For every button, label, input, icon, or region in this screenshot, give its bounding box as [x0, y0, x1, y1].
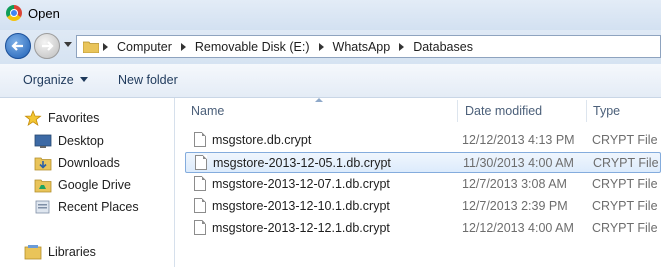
- file-date: 12/12/2013 4:13 PM: [462, 133, 575, 147]
- nav-favorites[interactable]: Favorites: [24, 108, 99, 128]
- file-date: 11/30/2013 4:00 AM: [463, 156, 574, 170]
- chevron-down-icon: [79, 77, 88, 82]
- file-row[interactable]: msgstore.db.crypt 12/12/2013 4:13 PM CRY…: [185, 130, 661, 151]
- forward-button[interactable]: [34, 33, 60, 59]
- breadcrumb-separator[interactable]: [318, 42, 324, 51]
- column-header-name[interactable]: Name: [191, 98, 224, 124]
- folder-icon: [83, 41, 99, 53]
- file-type: CRYPT File: [592, 221, 658, 235]
- file-list: Name Date modified Type msgstore.db.cryp…: [175, 98, 661, 267]
- nav-recent-places[interactable]: Recent Places: [34, 197, 139, 217]
- command-toolbar: Organize New folder: [0, 64, 661, 98]
- breadcrumb: Computer Removable Disk (E:) WhatsApp Da…: [103, 36, 473, 57]
- breadcrumb-removable-disk[interactable]: Removable Disk (E:): [195, 40, 310, 54]
- nav-downloads-label: Downloads: [58, 156, 120, 170]
- star-icon: [24, 110, 42, 126]
- nav-desktop[interactable]: Desktop: [34, 131, 104, 151]
- file-date: 12/12/2013 4:00 AM: [462, 221, 574, 235]
- libraries-icon: [24, 245, 42, 260]
- file-icon: [194, 220, 206, 235]
- file-name: msgstore-2013-12-07.1.db.crypt: [212, 177, 390, 191]
- column-divider[interactable]: [586, 100, 587, 122]
- address-row: Computer Removable Disk (E:) WhatsApp Da…: [0, 30, 661, 64]
- file-type: CRYPT File: [592, 177, 658, 191]
- breadcrumb-separator[interactable]: [103, 42, 108, 51]
- file-type: CRYPT File: [593, 156, 659, 170]
- file-date: 12/7/2013 3:08 AM: [462, 177, 567, 191]
- nav-google-drive-label: Google Drive: [58, 178, 131, 192]
- file-icon: [195, 155, 207, 170]
- file-name: msgstore.db.crypt: [212, 133, 312, 147]
- organize-label: Organize: [23, 73, 74, 87]
- back-button[interactable]: [5, 33, 31, 59]
- file-date: 12/7/2013 2:39 PM: [462, 199, 568, 213]
- address-bar[interactable]: Computer Removable Disk (E:) WhatsApp Da…: [76, 35, 661, 58]
- file-name: msgstore-2013-12-12.1.db.crypt: [212, 221, 390, 235]
- nav-libraries[interactable]: Libraries: [24, 242, 96, 262]
- breadcrumb-whatsapp[interactable]: WhatsApp: [333, 40, 391, 54]
- arrow-left-icon: [11, 41, 23, 51]
- nav-recent-places-label: Recent Places: [58, 200, 139, 214]
- navigation-pane: Favorites Desktop Downloads Google Drive…: [0, 98, 175, 267]
- organize-button[interactable]: Organize: [23, 73, 88, 87]
- arrow-right-icon: [42, 41, 54, 51]
- file-type: CRYPT File: [592, 199, 658, 213]
- window-title: Open: [28, 6, 60, 21]
- file-icon: [194, 132, 206, 147]
- file-row[interactable]: msgstore-2013-12-07.1.db.crypt 12/7/2013…: [185, 174, 661, 195]
- nav-favorites-label: Favorites: [48, 111, 100, 125]
- nav-libraries-label: Libraries: [48, 245, 96, 259]
- file-row-selected[interactable]: msgstore-2013-12-05.1.db.crypt 11/30/201…: [185, 152, 661, 173]
- recent-places-icon: [35, 200, 50, 214]
- desktop-icon: [34, 134, 52, 148]
- column-header-date-modified[interactable]: Date modified: [465, 98, 542, 124]
- recent-locations-dropdown[interactable]: [64, 42, 72, 47]
- nav-desktop-label: Desktop: [58, 134, 104, 148]
- nav-google-drive[interactable]: Google Drive: [34, 175, 131, 195]
- file-row[interactable]: msgstore-2013-12-12.1.db.crypt 12/12/201…: [185, 218, 661, 239]
- breadcrumb-separator[interactable]: [180, 42, 186, 51]
- file-icon: [194, 176, 206, 191]
- file-row[interactable]: msgstore-2013-12-10.1.db.crypt 12/7/2013…: [185, 196, 661, 217]
- chrome-icon: [6, 5, 22, 21]
- breadcrumb-separator[interactable]: [399, 42, 405, 51]
- google-drive-folder-icon: [34, 179, 52, 193]
- sort-ascending-icon: [315, 98, 323, 102]
- file-type: CRYPT File: [592, 133, 658, 147]
- file-icon: [194, 198, 206, 213]
- column-divider[interactable]: [457, 100, 458, 122]
- breadcrumb-computer[interactable]: Computer: [117, 40, 172, 54]
- nav-downloads[interactable]: Downloads: [34, 153, 120, 173]
- title-bar: Open: [0, 0, 661, 30]
- column-header-type[interactable]: Type: [593, 98, 620, 124]
- new-folder-button[interactable]: New folder: [118, 73, 178, 87]
- downloads-folder-icon: [34, 157, 52, 171]
- file-name: msgstore-2013-12-05.1.db.crypt: [213, 156, 391, 170]
- file-name: msgstore-2013-12-10.1.db.crypt: [212, 199, 390, 213]
- breadcrumb-databases[interactable]: Databases: [413, 40, 473, 54]
